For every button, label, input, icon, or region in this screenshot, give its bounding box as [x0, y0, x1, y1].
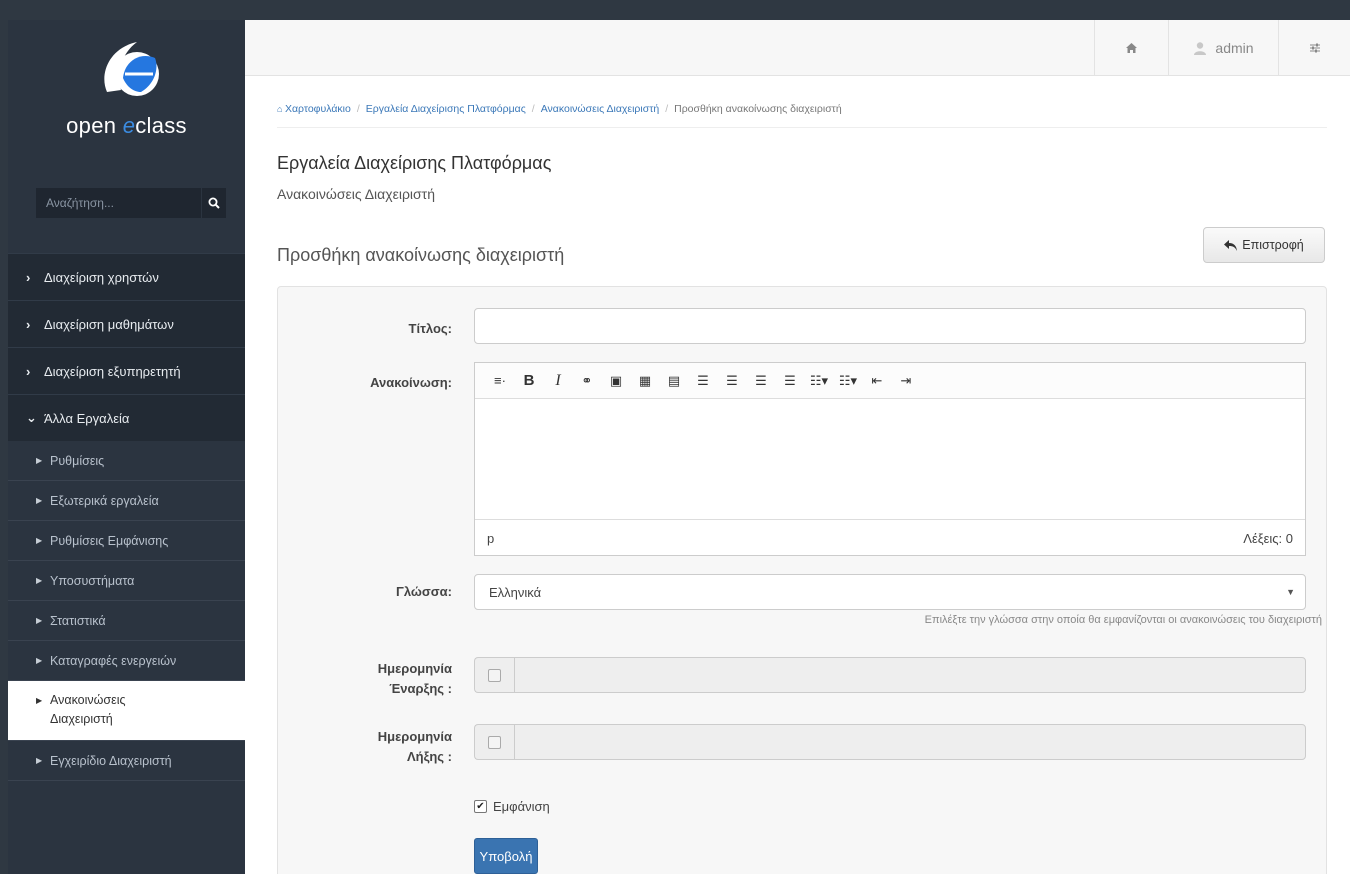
- home-icon: ⌂: [277, 104, 285, 114]
- chevron-right-icon: ›: [26, 363, 31, 379]
- media-icon[interactable]: ▦: [632, 373, 658, 389]
- page-subtitle: Ανακοινώσεις Διαχειριστή: [277, 186, 435, 202]
- start-date-label: Ημερομηνία Έναρξης :: [377, 661, 452, 696]
- end-date-input: [514, 724, 1306, 760]
- caret-down-icon: ▼: [1286, 587, 1295, 597]
- editor-statusbar: p Λέξεις: 0: [475, 519, 1305, 556]
- caret-right-icon: ▶: [36, 496, 43, 505]
- caret-right-icon: ▶: [36, 696, 43, 705]
- end-date-label: Ημερομηνία Λήξης :: [377, 729, 452, 764]
- sidebar-item-external-tools[interactable]: ▶ Εξωτερικά εργαλεία: [8, 481, 245, 521]
- chevron-right-icon: ›: [26, 316, 31, 332]
- start-date-checkbox[interactable]: [488, 668, 501, 682]
- caret-right-icon: ▶: [36, 536, 43, 545]
- breadcrumb-admin-tools[interactable]: Εργαλεία Διαχείρισης Πλατφόρμας: [366, 103, 526, 115]
- language-label: Γλώσσα:: [396, 584, 452, 599]
- user-menu[interactable]: admin: [1168, 20, 1278, 76]
- show-label: Εμφάνιση: [493, 799, 550, 814]
- sidebar-menu: › Διαχείριση χρηστών › Διαχείριση μαθημάτω…: [8, 253, 245, 781]
- sidebar-search: [36, 188, 226, 218]
- start-date-group: [474, 657, 1306, 693]
- page-title: Εργαλεία Διαχείρισης Πλατφόρμας: [277, 153, 552, 173]
- image-icon[interactable]: ▣: [603, 373, 629, 389]
- sidebar: open eclass ›Διαχείριση χρηστών ›Διαχείρ…: [8, 20, 245, 874]
- sidebar-category-other-tools[interactable]: ⌄ Άλλα Εργαλεία: [8, 394, 245, 441]
- submit-button[interactable]: Υποβολή: [474, 838, 538, 874]
- top-bar: admin: [245, 20, 1350, 76]
- language-select[interactable]: Ελληνικά ▼: [474, 574, 1306, 610]
- eclass-logo-icon: [103, 42, 159, 96]
- sidebar-item-admin-manual[interactable]: ▶ Εγχειρίδιο Διαχειριστή: [8, 741, 245, 781]
- back-button[interactable]: Επιστροφή: [1203, 227, 1325, 263]
- search-input[interactable]: [36, 188, 201, 218]
- outdent-icon[interactable]: ⇤: [864, 373, 890, 389]
- sidebar-category-server[interactable]: › Διαχείριση εξυπηρετητή: [8, 347, 245, 394]
- chevron-down-icon: ⌄: [26, 410, 37, 425]
- announcement-form: Τίτλος: Ανακοίνωση: ≡· B I ⚭ ▣ ▦ ▤ ☰ ☰ ☰…: [277, 286, 1327, 874]
- start-date-checkbox-addon: [474, 657, 514, 693]
- chevron-right-icon: ›: [26, 269, 31, 285]
- language-help-text: Επιλέξτε την γλώσσα στην οποία θα εμφανί…: [924, 614, 1322, 626]
- caret-right-icon: ▶: [36, 616, 43, 625]
- divider: [277, 127, 1327, 128]
- align-right-icon[interactable]: ☰: [748, 373, 774, 389]
- search-button[interactable]: [201, 188, 226, 218]
- search-icon: [208, 197, 220, 209]
- breadcrumb-portfolio[interactable]: ⌂ Χαρτοφυλάκιο: [277, 103, 351, 115]
- save-icon[interactable]: ▤: [661, 373, 687, 389]
- user-icon: [1194, 42, 1207, 55]
- title-label: Τίτλος:: [408, 321, 452, 336]
- format-menu-icon[interactable]: ≡·: [487, 373, 513, 388]
- bullet-list-icon[interactable]: ☷▾: [806, 373, 832, 389]
- rich-text-editor: ≡· B I ⚭ ▣ ▦ ▤ ☰ ☰ ☰ ☰ ☷▾ ☷▾ ⇤ ⇥ p Λέξει…: [474, 362, 1306, 556]
- settings-button[interactable]: [1278, 20, 1350, 76]
- sliders-icon: [1309, 43, 1320, 53]
- breadcrumb: ⌂ Χαρτοφυλάκιο / Εργαλεία Διαχείρισης Πλατ…: [277, 103, 842, 115]
- breadcrumb-current: Προσθήκη ανακοίνωσης διαχειριστή: [674, 103, 842, 115]
- breadcrumb-admin-announcements[interactable]: Ανακοινώσεις Διαχειριστή: [541, 103, 659, 115]
- reply-icon: [1224, 239, 1238, 251]
- numbered-list-icon[interactable]: ☷▾: [835, 373, 861, 389]
- show-option[interactable]: ✔ Εμφάνιση: [474, 799, 550, 814]
- italic-icon[interactable]: I: [545, 372, 571, 390]
- home-button[interactable]: [1094, 20, 1168, 76]
- end-date-checkbox[interactable]: [488, 735, 501, 749]
- editor-content[interactable]: [475, 399, 1305, 518]
- editor-toolbar: ≡· B I ⚭ ▣ ▦ ▤ ☰ ☰ ☰ ☰ ☷▾ ☷▾ ⇤ ⇥: [475, 363, 1305, 399]
- title-input[interactable]: [474, 308, 1306, 344]
- announcement-label: Ανακοίνωση:: [370, 375, 452, 390]
- end-date-checkbox-addon: [474, 724, 514, 760]
- caret-right-icon: ▶: [36, 756, 43, 765]
- link-icon[interactable]: ⚭: [574, 373, 600, 389]
- sidebar-item-admin-announcements[interactable]: ▶ Ανακοινώσεις Διαχειριστή: [8, 681, 245, 741]
- sidebar-category-courses[interactable]: › Διαχείριση μαθημάτων: [8, 300, 245, 347]
- main-content: admin ⌂ Χαρτοφυλάκιο / Εργαλεία Διαχείριση…: [245, 20, 1350, 874]
- align-left-icon[interactable]: ☰: [690, 373, 716, 389]
- word-count: Λέξεις: 0: [1243, 530, 1293, 546]
- sidebar-item-action-logs[interactable]: ▶ Καταγραφές ενεργειών: [8, 641, 245, 681]
- caret-right-icon: ▶: [36, 456, 43, 465]
- align-center-icon[interactable]: ☰: [719, 373, 745, 389]
- sidebar-item-settings[interactable]: ▶ Ρυθμίσεις: [8, 441, 245, 481]
- sidebar-item-statistics[interactable]: ▶ Στατιστικά: [8, 601, 245, 641]
- logo-text: open eclass: [66, 113, 187, 138]
- end-date-group: [474, 724, 1306, 760]
- sidebar-category-users[interactable]: › Διαχείριση χρηστών: [8, 253, 245, 300]
- sidebar-item-appearance[interactable]: ▶ Ρυθμίσεις Εμφάνισης: [8, 521, 245, 561]
- caret-right-icon: ▶: [36, 576, 43, 585]
- start-date-input: [514, 657, 1306, 693]
- indent-icon[interactable]: ⇥: [893, 373, 919, 389]
- sidebar-item-subsystems[interactable]: ▶ Υποσυστήματα: [8, 561, 245, 601]
- editor-path: p: [487, 530, 495, 546]
- home-icon: [1126, 43, 1137, 53]
- show-checkbox[interactable]: ✔: [474, 800, 487, 813]
- section-title: Προσθήκη ανακοίνωσης διαχειριστή: [277, 245, 565, 265]
- user-name: admin: [1215, 40, 1254, 56]
- bold-icon[interactable]: B: [516, 372, 542, 389]
- logo[interactable]: open eclass: [8, 20, 245, 180]
- align-justify-icon[interactable]: ☰: [777, 373, 803, 389]
- caret-right-icon: ▶: [36, 656, 43, 665]
